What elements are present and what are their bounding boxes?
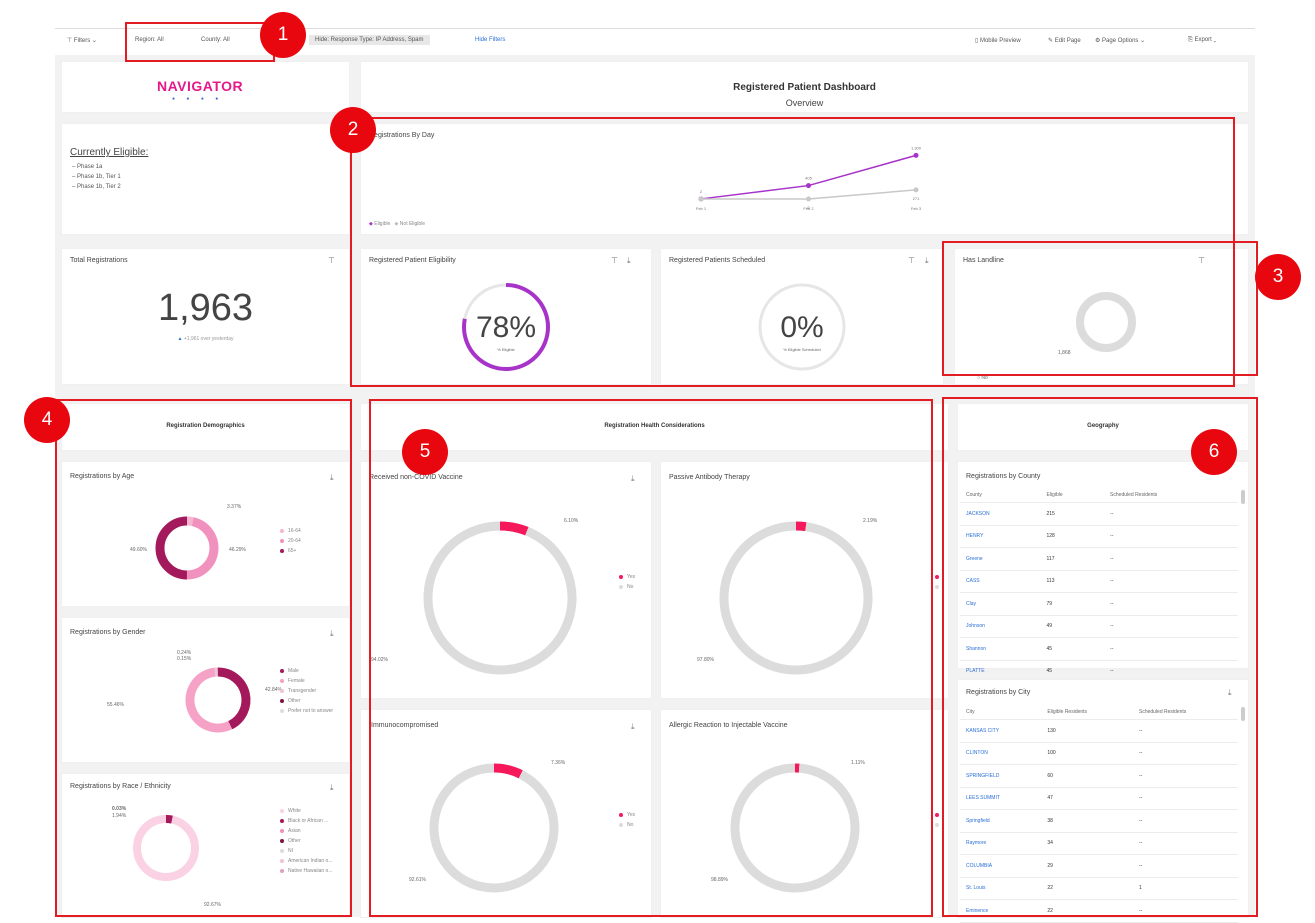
eligible-item: – Phase 1b, Tier 1 — [72, 172, 121, 182]
header-card: Registered Patient Dashboard Overview — [361, 62, 1248, 112]
logo-card: NAVIGATOR ● ● ● ● — [62, 62, 349, 112]
annotation-badge-4: 4 — [24, 397, 70, 443]
extra-filter[interactable]: Hide: Response Type: IP Address, Spam — [309, 35, 430, 45]
page-subtitle: Overview — [361, 98, 1248, 108]
hide-filters-link[interactable]: Hide Filters — [475, 37, 505, 43]
annotation-box-6 — [942, 397, 1258, 917]
pencil-icon: ✎ — [1048, 38, 1055, 44]
eligible-list: – Phase 1a – Phase 1b, Tier 1 – Phase 1b… — [72, 162, 121, 192]
page-options-button[interactable]: ⚙ Page Options ⌄ — [1095, 37, 1145, 44]
eligible-item: – Phase 1a — [72, 162, 121, 172]
filter-icon: ⊤ — [67, 38, 74, 44]
annotation-badge-2: 2 — [330, 107, 376, 153]
gear-icon: ⚙ — [1095, 38, 1102, 44]
eligible-card: Currently Eligible: – Phase 1a – Phase 1… — [62, 124, 349, 234]
total-registrations-delta: ▲ +1,961 over yesterday — [62, 336, 349, 342]
annotation-badge-5: 5 — [402, 429, 448, 475]
eligible-heading: Currently Eligible: — [70, 147, 148, 158]
mobile-preview-button[interactable]: ▯ Mobile Preview — [975, 37, 1021, 44]
annotation-box-5 — [369, 399, 933, 917]
annotation-badge-3: 3 — [1255, 254, 1301, 300]
annotation-box-4 — [55, 399, 352, 917]
annotation-badge-6: 6 — [1191, 429, 1237, 475]
page-title: Registered Patient Dashboard — [361, 82, 1248, 93]
filter-icon[interactable]: ⊤ — [328, 256, 335, 265]
edit-page-button[interactable]: ✎ Edit Page — [1048, 37, 1081, 44]
annotation-box-3 — [942, 241, 1258, 376]
filters-button[interactable]: ⊤ Filters ⌄ — [67, 37, 97, 44]
annotation-badge-1: 1 — [260, 12, 306, 58]
annotation-box-1 — [125, 22, 275, 62]
total-registrations-value: 1,963 — [62, 287, 349, 330]
total-registrations-card: Total Registrations ⊤ 1,963 ▲ +1,961 ove… — [62, 249, 349, 384]
total-registrations-title: Total Registrations — [70, 257, 128, 264]
logo-dots: ● ● ● ● — [172, 96, 223, 102]
eligible-item: – Phase 1b, Tier 2 — [72, 182, 121, 192]
export-button[interactable]: ⎘ Export ⌄ — [1188, 37, 1216, 44]
navigator-logo: NAVIGATOR — [157, 78, 243, 94]
